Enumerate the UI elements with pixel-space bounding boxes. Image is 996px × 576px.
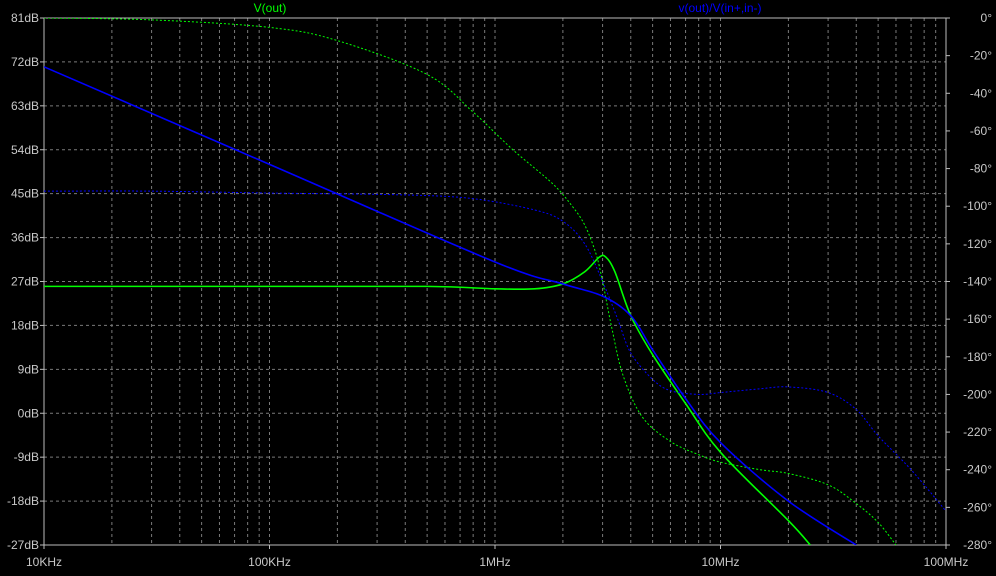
- x-tick-label: 10MHz: [701, 555, 739, 569]
- y-tick-label: 63dB: [11, 99, 39, 113]
- y2-tick-label: 0°: [981, 11, 993, 25]
- bode-plot: 10KHz 100KHz 1MHz 10MHz 100MHz 81dB 72dB 63dB 5…: [0, 0, 996, 571]
- y-tick-label: -9dB: [14, 450, 39, 464]
- plot-window: 10KHz 100KHz 1MHz 10MHz 100MHz 81dB 72dB 63dB 5…: [0, 0, 996, 571]
- y2-tick-label: -120°: [963, 237, 992, 251]
- y-tick-label: 27dB: [11, 275, 39, 289]
- y2-tick-label: -60°: [970, 124, 992, 138]
- y-tick-label: 54dB: [11, 143, 39, 157]
- y2-tick-label: -200°: [963, 387, 992, 401]
- y2-tick-label: -140°: [963, 275, 992, 289]
- trace-title-loop-gain[interactable]: v(out)/V(in+,in-): [678, 1, 761, 15]
- y2-tick-label: -240°: [963, 463, 992, 477]
- y2-tick-label: -220°: [963, 425, 992, 439]
- x-tick-label: 1MHz: [479, 555, 510, 569]
- y-tick-label: -27dB: [7, 538, 39, 552]
- y-tick-label: -18dB: [7, 494, 39, 508]
- x-tick-label: 100MHz: [924, 555, 969, 569]
- y2-tick-label: -180°: [963, 350, 992, 364]
- y2-tick-label: -40°: [970, 86, 992, 100]
- y2-tick-label: -20°: [970, 49, 992, 63]
- y2-tick-label: -160°: [963, 312, 992, 326]
- y2-tick-label: -80°: [970, 162, 992, 176]
- y2-tick-label: -280°: [963, 538, 992, 552]
- y-tick-label: 81dB: [11, 11, 39, 25]
- y-tick-label: 72dB: [11, 55, 39, 69]
- x-tick-label: 100KHz: [248, 555, 291, 569]
- y-tick-label: 18dB: [11, 318, 39, 332]
- x-tick-label: 10KHz: [26, 555, 62, 569]
- y2-tick-label: -260°: [963, 500, 992, 514]
- trace-title-vout[interactable]: V(out): [254, 1, 287, 15]
- y-tick-label: 9dB: [18, 362, 39, 376]
- plot-background: [0, 0, 996, 571]
- y-tick-label: 36dB: [11, 231, 39, 245]
- y2-tick-label: -100°: [963, 199, 992, 213]
- y-tick-label: 45dB: [11, 187, 39, 201]
- y-tick-label: 0dB: [18, 406, 39, 420]
